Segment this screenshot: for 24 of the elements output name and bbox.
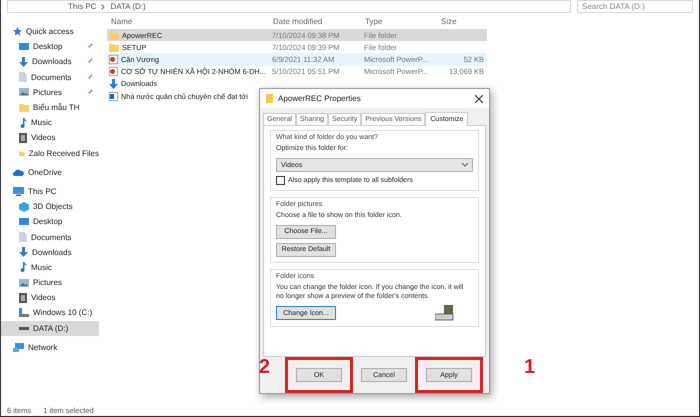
sidebar-item-label: This PC [28, 186, 56, 196]
sidebar-item-label: Pictures [33, 88, 62, 97]
sidebar-item-label: Downloads [32, 57, 72, 66]
sidebar-item-label: Desktop [33, 42, 62, 52]
sidebar-item-label: Music [31, 118, 52, 128]
sidebar-item-label: DATA (D:) [33, 324, 68, 333]
sidebar-item-label: Desktop [33, 217, 62, 226]
sidebar-item-label: Music [31, 262, 52, 272]
sidebar-item-label: 3D Objects [33, 202, 73, 212]
sidebar-item-label: Network [28, 342, 58, 352]
sidebar-item-label: Downloads [32, 248, 72, 257]
step-number: 2 [258, 356, 270, 379]
step-number: 1 [524, 356, 536, 379]
dialog-title: ApowerREC Properties [278, 94, 362, 104]
sidebar-item-label: Documents [31, 72, 72, 82]
sidebar-item-label: Videos [31, 133, 56, 142]
sidebar-item-label: Windows 10 (C:) [33, 308, 92, 318]
sidebar-item-label: Biểu mẫu TH [33, 103, 80, 112]
sidebar-item-label: Quick access [26, 27, 74, 36]
sidebar-item-label: Videos [31, 293, 56, 302]
sidebar-item-label: OneDrive [28, 168, 62, 177]
sidebar-item-label: Documents [31, 232, 72, 242]
sidebar-item-label: Zalo Received Files [28, 148, 99, 158]
sidebar-item-label: Pictures [33, 278, 62, 288]
